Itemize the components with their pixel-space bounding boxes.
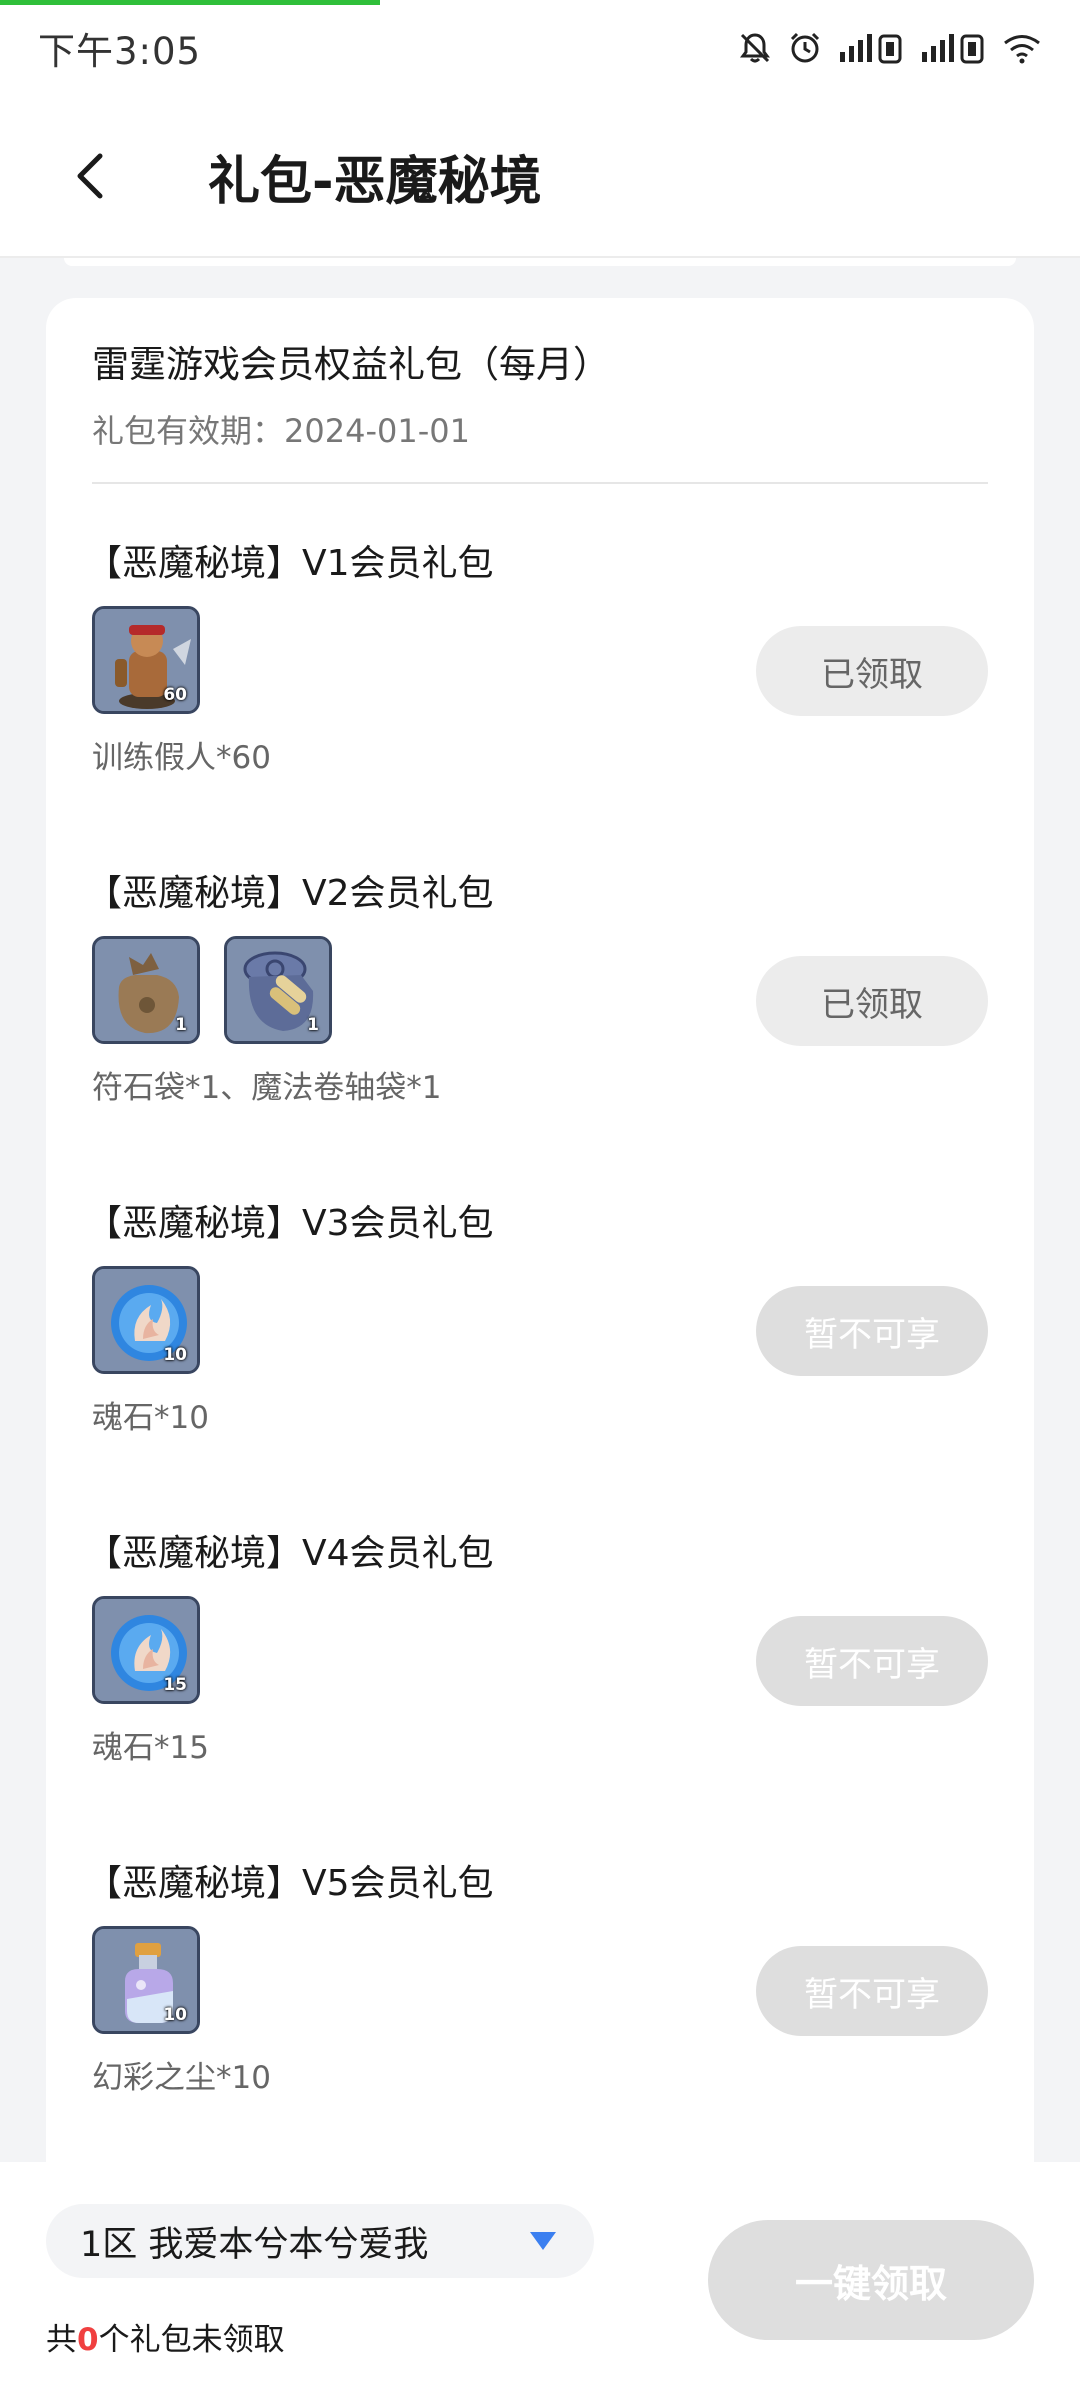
unclaimed-count: 0 [77, 2322, 99, 2358]
pack-title: 【恶魔秘境】V4会员礼包 [86, 1533, 494, 1574]
unclaimed-suffix: 个礼包未领取 [98, 2322, 285, 2358]
status-bar: 下午3:05 [0, 0, 1080, 96]
card-top-strip [64, 258, 1016, 266]
pack-title: 【恶魔秘境】V3会员礼包 [86, 1203, 494, 1244]
page-title: 礼包-恶魔秘境 [208, 151, 542, 212]
bottom-bar: 1区 我爱本兮本兮爱我 共0个礼包未领取 一键领取 [0, 2162, 1080, 2400]
pack-title: 【恶魔秘境】V2会员礼包 [86, 873, 494, 914]
card-title: 雷霆游戏会员权益礼包（每月） [92, 343, 610, 386]
alarm-icon [788, 31, 822, 65]
pack-title: 【恶魔秘境】V1会员礼包 [86, 543, 494, 584]
gift-pack-v5: 【恶魔秘境】V5会员礼包 10 幻彩之尘*10 暂不可享 [46, 1854, 1034, 2162]
item-count: 60 [163, 685, 187, 705]
claim-all-button[interactable]: 一键领取 [708, 2220, 1034, 2340]
unavailable-button[interactable]: 暂不可享 [756, 1946, 988, 2036]
gift-pack-v1: 【恶魔秘境】V1会员礼包 60 训练假人*60 已领取 [46, 534, 1034, 864]
rune-bag-icon[interactable]: 1 [92, 936, 200, 1044]
pack-items: 10 [92, 1926, 200, 2034]
header: 礼包-恶魔秘境 [0, 96, 1080, 258]
pack-items: 1 1 [92, 936, 332, 1044]
item-count: 1 [175, 1015, 187, 1035]
soul-stone-icon[interactable]: 10 [92, 1266, 200, 1374]
item-count: 1 [307, 1015, 319, 1035]
scroll-bag-icon[interactable]: 1 [224, 936, 332, 1044]
gift-pack-v3: 【恶魔秘境】V3会员礼包 10 魂石*10 暂不可享 [46, 1194, 1034, 1524]
item-count: 10 [163, 2005, 187, 2025]
pack-desc: 符石袋*1、魔法卷轴袋*1 [92, 1070, 442, 1106]
pack-desc: 幻彩之尘*10 [92, 2060, 271, 2096]
unavailable-button[interactable]: 暂不可享 [756, 1286, 988, 1376]
status-icons [738, 31, 1042, 65]
pack-title: 【恶魔秘境】V5会员礼包 [86, 1863, 494, 1904]
gift-pack-v2: 【恶魔秘境】V2会员礼包 1 1 符石袋*1、魔法卷轴袋*1 已领取 [46, 864, 1034, 1194]
back-button[interactable] [30, 116, 150, 236]
signal-icon [838, 32, 904, 64]
gift-pack-v4: 【恶魔秘境】V4会员礼包 15 魂石*15 暂不可享 [46, 1524, 1034, 1854]
pack-items: 10 [92, 1266, 200, 1374]
gift-card: 雷霆游戏会员权益礼包（每月） 礼包有效期：2024-01-01 【恶魔秘境】V1… [46, 298, 1034, 2162]
pack-desc: 训练假人*60 [92, 740, 271, 776]
pack-desc: 魂石*15 [92, 1730, 209, 1766]
card-validity: 礼包有效期：2024-01-01 [92, 412, 470, 450]
pack-items: 15 [92, 1596, 200, 1704]
unclaimed-summary: 共0个礼包未领取 [46, 2314, 285, 2359]
pack-items: 60 [92, 606, 200, 714]
illusion-dust-icon[interactable]: 10 [92, 1926, 200, 2034]
divider [92, 482, 988, 484]
training-dummy-icon[interactable]: 60 [92, 606, 200, 714]
signal-icon-2 [920, 32, 986, 64]
item-count: 15 [163, 1675, 187, 1695]
server-name: 1区 我爱本兮本兮爱我 [80, 2224, 429, 2265]
mute-bell-icon [738, 31, 772, 65]
claimed-button[interactable]: 已领取 [756, 956, 988, 1046]
soul-stone-icon[interactable]: 15 [92, 1596, 200, 1704]
pack-desc: 魂石*10 [92, 1400, 209, 1436]
chevron-left-icon [77, 153, 103, 199]
status-time: 下午3:05 [38, 30, 202, 73]
unclaimed-prefix: 共 [46, 2322, 77, 2358]
claimed-button[interactable]: 已领取 [756, 626, 988, 716]
triangle-down-icon [528, 2230, 558, 2256]
item-count: 10 [163, 1345, 187, 1365]
wifi-icon [1002, 32, 1042, 64]
loading-progress-line [0, 0, 380, 5]
server-select[interactable]: 1区 我爱本兮本兮爱我 [46, 2204, 594, 2278]
gift-list-scroll[interactable]: 雷霆游戏会员权益礼包（每月） 礼包有效期：2024-01-01 【恶魔秘境】V1… [0, 258, 1080, 2162]
unavailable-button[interactable]: 暂不可享 [756, 1616, 988, 1706]
